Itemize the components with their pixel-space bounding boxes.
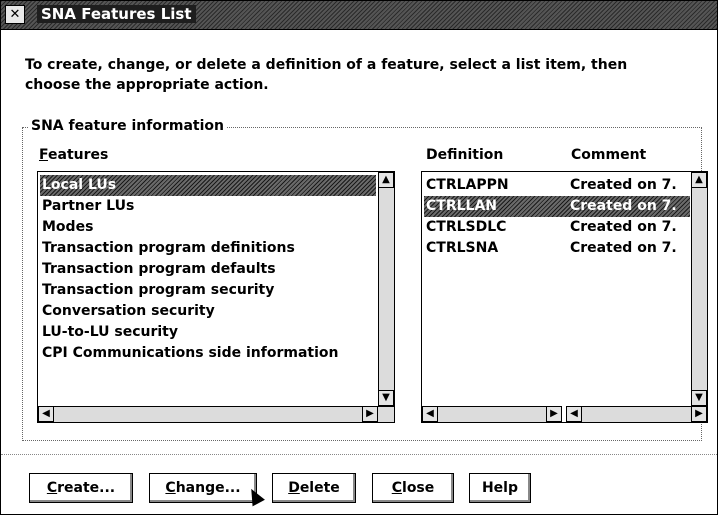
scroll-down-arrow-icon[interactable]: ▼ — [691, 390, 707, 406]
list-item[interactable]: CPI Communications side information — [42, 343, 338, 364]
list-item[interactable]: LU-to-LU security — [42, 322, 178, 343]
comment-cell[interactable]: Created on 7. — [570, 238, 677, 259]
group-label: SNA feature information — [29, 118, 226, 134]
features-listbox[interactable]: Local LUs Partner LUs Modes Transaction … — [37, 171, 395, 423]
scroll-right-arrow-icon[interactable]: ▶ — [691, 406, 707, 422]
definition-cell[interactable]: CTRLSDLC — [426, 217, 506, 238]
list-item[interactable]: Conversation security — [42, 301, 215, 322]
table-row[interactable]: CTRLLAN Created on 7. — [424, 196, 690, 217]
features-horizontal-scrollbar[interactable]: ◀ ▶ — [38, 406, 394, 422]
instructions-text: To create, change, or delete a definitio… — [25, 57, 628, 93]
list-item[interactable]: Local LUs — [40, 175, 376, 196]
scroll-left-arrow-icon[interactable]: ◀ — [566, 406, 582, 422]
comment-horizontal-scrollbar[interactable]: ◀ ▶ — [566, 406, 707, 422]
list-item[interactable]: Modes — [42, 217, 93, 238]
definition-horizontal-scrollbar[interactable]: ◀ ▶ — [422, 406, 562, 422]
list-item[interactable]: Transaction program security — [42, 280, 274, 301]
comment-cell[interactable]: Created on 7. — [570, 217, 677, 238]
scroll-down-arrow-icon[interactable]: ▼ — [378, 390, 394, 406]
sna-features-window: ✕ SNA Features List To create, change, o… — [0, 0, 718, 515]
list-item[interactable]: Transaction program defaults — [42, 259, 276, 280]
create-button[interactable]: Create... — [29, 473, 133, 503]
change-button[interactable]: Change... — [149, 473, 257, 503]
definitions-vertical-scrollbar[interactable]: ▲ ▼ — [691, 172, 707, 406]
scroll-up-arrow-icon[interactable]: ▲ — [691, 172, 707, 188]
close-button[interactable]: Close — [372, 473, 454, 503]
list-item[interactable]: Transaction program definitions — [42, 238, 295, 259]
features-vertical-scrollbar[interactable]: ▲ ▼ — [378, 172, 394, 406]
help-button[interactable]: Help — [469, 473, 531, 503]
scroll-left-arrow-icon[interactable]: ◀ — [422, 406, 438, 422]
window-title: SNA Features List — [37, 5, 196, 23]
system-menu-icon[interactable]: ✕ — [5, 5, 25, 24]
scroll-right-arrow-icon[interactable]: ▶ — [546, 406, 562, 422]
scroll-up-arrow-icon[interactable]: ▲ — [378, 172, 394, 188]
delete-button[interactable]: Delete — [272, 473, 356, 503]
comment-header: Comment — [571, 147, 647, 163]
scroll-right-arrow-icon[interactable]: ▶ — [362, 406, 378, 422]
comment-cell[interactable]: Created on 7. — [570, 175, 677, 196]
separator — [1, 454, 717, 455]
scroll-left-arrow-icon[interactable]: ◀ — [38, 406, 54, 422]
comment-cell: Created on 7. — [570, 198, 677, 214]
definition-cell: CTRLLAN — [426, 198, 497, 214]
definition-header: Definition — [426, 147, 504, 163]
definition-cell[interactable]: CTRLSNA — [426, 238, 498, 259]
definition-cell[interactable]: CTRLAPPN — [426, 175, 509, 196]
definitions-listbox[interactable]: CTRLAPPN Created on 7. CTRLLAN Created o… — [421, 171, 708, 423]
list-item[interactable]: Partner LUs — [42, 196, 134, 217]
title-bar[interactable]: ✕ SNA Features List — [1, 1, 717, 30]
features-header: Features — [39, 147, 109, 163]
